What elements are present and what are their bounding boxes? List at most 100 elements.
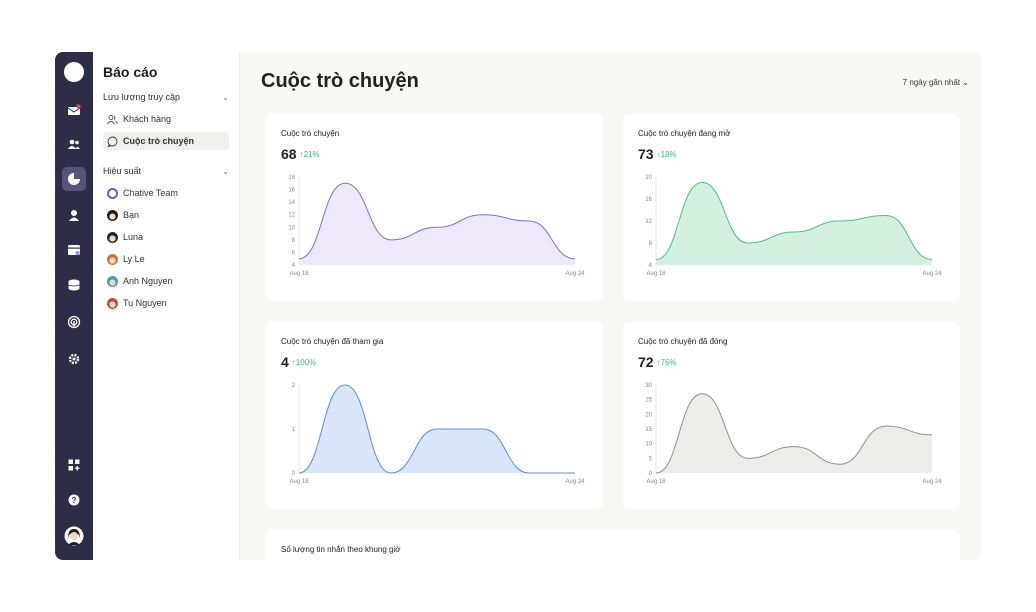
y-tick-label: 8 [292, 238, 296, 244]
user-avatar[interactable] [62, 524, 86, 548]
panel-item-agent[interactable]: Bạn [103, 206, 229, 224]
change-badge: ↑18% [656, 150, 677, 159]
panel-item-agent[interactable]: Ly Le [103, 250, 229, 268]
y-tick-label: 10 [288, 225, 295, 231]
settings-icon[interactable] [62, 347, 86, 371]
card-title: Cuộc trò chuyện [281, 129, 340, 138]
y-tick-label: 15 [645, 427, 652, 433]
y-tick-label: 16 [645, 197, 652, 203]
y-tick-label: 16 [288, 188, 295, 194]
panel-item-label: Luna [123, 232, 144, 242]
area-chart: 0 5 10 15 20 25 30 Aug 18 Aug 24 [645, 383, 942, 485]
metric-value: 73 [638, 146, 654, 162]
y-tick-label: 25 [645, 398, 652, 404]
chart-card: Cuộc trò chuyện đã tham gia 4 ↑100% 0 1 2 Au… [266, 322, 603, 509]
reports-panel: Báo cáo Lưu lượng truy cập ⌄ Khách hàng … [93, 52, 240, 560]
campaign-icon[interactable] [62, 238, 86, 262]
chart-card: Cuộc trò chuyện đã đóng 72 ↑76% 0 5 10 15 20 2… [623, 322, 960, 509]
y-tick-label: 1 [292, 427, 296, 433]
y-tick-label: 12 [645, 219, 652, 225]
hourly-messages-card: Số lượng tin nhắn theo khung giờ [266, 530, 960, 560]
panel-item-agent[interactable]: Luna [103, 228, 229, 246]
card-value: 68 ↑21% [281, 146, 320, 162]
y-tick-label: 0 [292, 471, 296, 477]
nav-rail: ? [55, 52, 93, 560]
agent-avatar [107, 275, 118, 287]
svg-text:?: ? [72, 496, 77, 505]
chevron-down-icon: ⌄ [222, 92, 229, 102]
chevron-down-icon: ⌄ [222, 166, 229, 176]
contacts-icon[interactable] [62, 132, 86, 156]
x-tick-label: Aug 24 [565, 479, 585, 485]
y-tick-label: 20 [645, 412, 652, 418]
agent-avatar [107, 297, 118, 309]
metric-value: 72 [638, 354, 654, 370]
y-tick-label: 0 [649, 471, 653, 477]
x-tick-label: Aug 24 [922, 271, 942, 277]
panel-item-conversations[interactable]: Cuộc trò chuyện [103, 132, 229, 150]
panel-item-label: Khách hàng [123, 114, 172, 124]
panel-title: Báo cáo [103, 64, 158, 80]
panel-item-label: Anh Nguyen [123, 276, 173, 286]
y-tick-label: 2 [292, 383, 296, 389]
x-tick-label: Aug 24 [922, 479, 942, 485]
inbox-icon[interactable] [62, 98, 86, 122]
agent-avatar [107, 253, 118, 265]
change-badge: ↑76% [656, 358, 677, 367]
date-range-select[interactable]: 7 ngày gần nhất ⌄ [903, 78, 969, 87]
y-tick-label: 10 [645, 442, 652, 448]
change-badge: ↑100% [291, 358, 317, 367]
area-chart: 4 6 8 10 12 14 16 18 Aug 18 Aug 24 [288, 175, 585, 277]
chat-bubble-icon[interactable] [62, 60, 86, 84]
area-chart: 4 8 12 16 20 Aug 18 Aug 24 [645, 175, 942, 277]
series-area [299, 183, 575, 265]
panel-item-agent[interactable]: Tu Nguyen [103, 294, 229, 312]
y-tick-label: 14 [288, 200, 295, 206]
card-title: Cuộc trò chuyện đã tham gia [281, 337, 384, 346]
y-tick-label: 6 [292, 250, 296, 256]
team-avatar [107, 187, 118, 199]
performance-section-label: Hiệu suất [103, 166, 142, 176]
panel-item-label: Bạn [123, 210, 140, 220]
metric-value: 68 [281, 146, 297, 162]
metric-value: 4 [281, 354, 289, 370]
y-tick-label: 18 [288, 175, 295, 181]
card-value: 72 ↑76% [638, 354, 677, 370]
chart-card: Cuộc trò chuyện 68 ↑21% 4 6 8 10 12 14 16 18 Aug … [266, 114, 603, 301]
panel-item-agent[interactable]: Anh Nguyen [103, 272, 229, 290]
x-tick-label: Aug 24 [565, 271, 585, 277]
chevron-down-icon: ⌄ [962, 78, 969, 87]
reports-icon[interactable] [62, 167, 86, 191]
apps-icon[interactable] [62, 453, 86, 477]
card-value: 4 ↑100% [281, 354, 316, 370]
x-tick-label: Aug 18 [289, 271, 309, 277]
series-area [656, 182, 932, 265]
agent-avatar [107, 209, 118, 221]
database-icon[interactable] [62, 273, 86, 297]
panel-item-label: Tu Nguyen [123, 298, 167, 308]
series-area [656, 393, 932, 473]
date-range-label: 7 ngày gần nhất [902, 78, 961, 87]
card-title: Cuộc trò chuyện đang mở [638, 129, 731, 138]
agent-icon[interactable] [62, 203, 86, 227]
agent-avatar [107, 231, 118, 243]
card-title: Cuộc trò chuyện đã đóng [638, 337, 728, 346]
traffic-section-header[interactable]: Lưu lượng truy cập ⌄ [103, 92, 229, 102]
fingerprint-icon[interactable] [62, 310, 86, 334]
y-tick-label: 30 [645, 383, 652, 389]
panel-item-team[interactable]: Chative Team [103, 184, 229, 202]
x-tick-label: Aug 18 [646, 479, 666, 485]
panel-item-label: Ly Le [123, 254, 145, 264]
traffic-section-label: Lưu lượng truy cập [103, 92, 180, 102]
page-title: Cuộc trò chuyện [261, 70, 419, 92]
panel-item-customers[interactable]: Khách hàng [103, 110, 229, 128]
performance-section-header[interactable]: Hiệu suất ⌄ [103, 166, 229, 176]
y-tick-label: 5 [649, 456, 653, 462]
users-icon [107, 114, 118, 124]
y-tick-label: 20 [645, 175, 652, 181]
help-icon[interactable]: ? [62, 488, 86, 512]
card-title: Số lượng tin nhắn theo khung giờ [281, 545, 401, 554]
card-value: 73 ↑18% [638, 146, 677, 162]
x-tick-label: Aug 18 [646, 271, 666, 277]
app-window: ? Báo cáo Lưu lượng truy cập ⌄ Khách hàn… [55, 52, 981, 560]
